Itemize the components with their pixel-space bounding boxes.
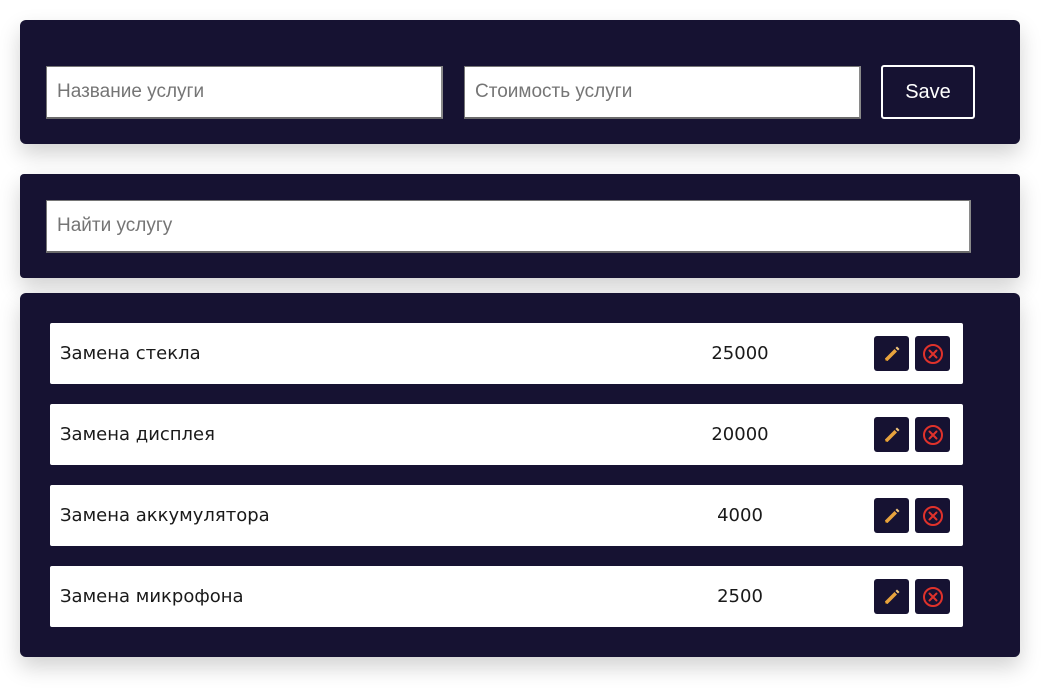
edit-button[interactable] [874,579,909,614]
service-price-input[interactable] [464,66,861,119]
pencil-icon [884,427,899,442]
service-name: Замена дисплея [60,424,215,445]
service-row: Замена стекла 25000 [50,323,963,384]
service-form-panel: Save [20,20,1020,144]
delete-button[interactable] [915,417,950,452]
service-row: Замена микрофона 2500 [50,566,963,627]
service-row: Замена дисплея 20000 [50,404,963,465]
pencil-icon [884,508,899,523]
edit-button[interactable] [874,498,909,533]
pencil-icon [884,589,899,604]
search-panel [20,174,1020,278]
service-row: Замена аккумулятора 4000 [50,485,963,546]
service-name: Замена микрофона [60,586,244,607]
service-price: 2500 [717,586,763,607]
service-name: Замена стекла [60,343,201,364]
pencil-icon [884,346,899,361]
delete-button[interactable] [915,498,950,533]
delete-button[interactable] [915,579,950,614]
close-circle-icon [922,424,943,445]
save-button[interactable]: Save [881,65,975,119]
service-name-input[interactable] [46,66,443,119]
close-circle-icon [922,343,943,364]
service-name: Замена аккумулятора [60,505,270,526]
edit-button[interactable] [874,336,909,371]
service-price: 25000 [711,343,769,364]
close-circle-icon [922,586,943,607]
search-input[interactable] [46,200,971,253]
services-list-panel: Замена стекла 25000 Замена дисплея 20000 [20,293,1020,657]
delete-button[interactable] [915,336,950,371]
edit-button[interactable] [874,417,909,452]
service-price: 4000 [717,505,763,526]
close-circle-icon [922,505,943,526]
service-price: 20000 [711,424,769,445]
